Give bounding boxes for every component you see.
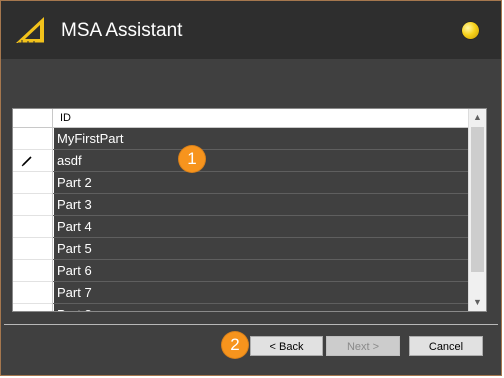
scroll-up-icon[interactable]: ▲ (469, 109, 486, 126)
id-cell[interactable]: asdf (54, 150, 468, 171)
table-row[interactable]: Part 3 (13, 194, 468, 216)
status-light-icon (462, 22, 479, 39)
column-header-id[interactable]: ID (60, 112, 71, 124)
grid-corner[interactable] (13, 109, 53, 127)
table-row[interactable]: Part 6 (13, 260, 468, 282)
callout-badge-2: 2 (222, 332, 248, 358)
vertical-scrollbar[interactable]: ▲ ▼ (468, 109, 486, 311)
table-row[interactable]: asdf (13, 150, 468, 172)
id-cell[interactable]: Part 8 (54, 304, 468, 311)
row-selector[interactable] (13, 216, 53, 238)
msa-assistant-window: MSA Assistant ID MyFirstPart asdf Part 2… (0, 0, 502, 376)
app-title: MSA Assistant (61, 20, 183, 41)
row-selector[interactable] (13, 128, 53, 150)
footer-divider (4, 324, 498, 325)
back-button[interactable]: < Back (250, 336, 323, 356)
id-cell[interactable]: Part 4 (54, 216, 468, 237)
id-cell[interactable]: Part 3 (54, 194, 468, 215)
table-row[interactable]: Part 5 (13, 238, 468, 260)
id-cell[interactable]: Part 5 (54, 238, 468, 259)
next-button[interactable]: Next > (326, 336, 400, 356)
id-cell[interactable]: Part 2 (54, 172, 468, 193)
callout-badge-1: 1 (179, 146, 205, 172)
grid-header: ID (13, 109, 468, 128)
table-row[interactable]: Part 4 (13, 216, 468, 238)
cancel-button[interactable]: Cancel (409, 336, 483, 356)
id-cell[interactable]: MyFirstPart (54, 128, 468, 149)
row-selector[interactable] (13, 238, 53, 260)
table-row[interactable]: Part 8 (13, 304, 468, 311)
scroll-down-icon[interactable]: ▼ (469, 294, 486, 311)
pencil-icon (21, 156, 32, 167)
ruler-triangle-icon (16, 17, 44, 44)
parts-grid[interactable]: ID MyFirstPart asdf Part 2 Part 3 Part 4… (12, 108, 487, 312)
scrollbar-thumb[interactable] (471, 127, 484, 272)
row-selector[interactable] (13, 172, 53, 194)
table-row[interactable]: Part 7 (13, 282, 468, 304)
id-cell[interactable]: Part 6 (54, 260, 468, 281)
grid-rows: MyFirstPart asdf Part 2 Part 3 Part 4 Pa… (13, 128, 468, 311)
row-selector[interactable] (13, 150, 53, 172)
table-row[interactable]: Part 2 (13, 172, 468, 194)
title-bar: MSA Assistant (1, 1, 501, 59)
row-selector[interactable] (13, 282, 53, 304)
table-row[interactable]: MyFirstPart (13, 128, 468, 150)
row-selector[interactable] (13, 260, 53, 282)
row-selector[interactable] (13, 304, 53, 311)
id-cell[interactable]: Part 7 (54, 282, 468, 303)
row-selector[interactable] (13, 194, 53, 216)
